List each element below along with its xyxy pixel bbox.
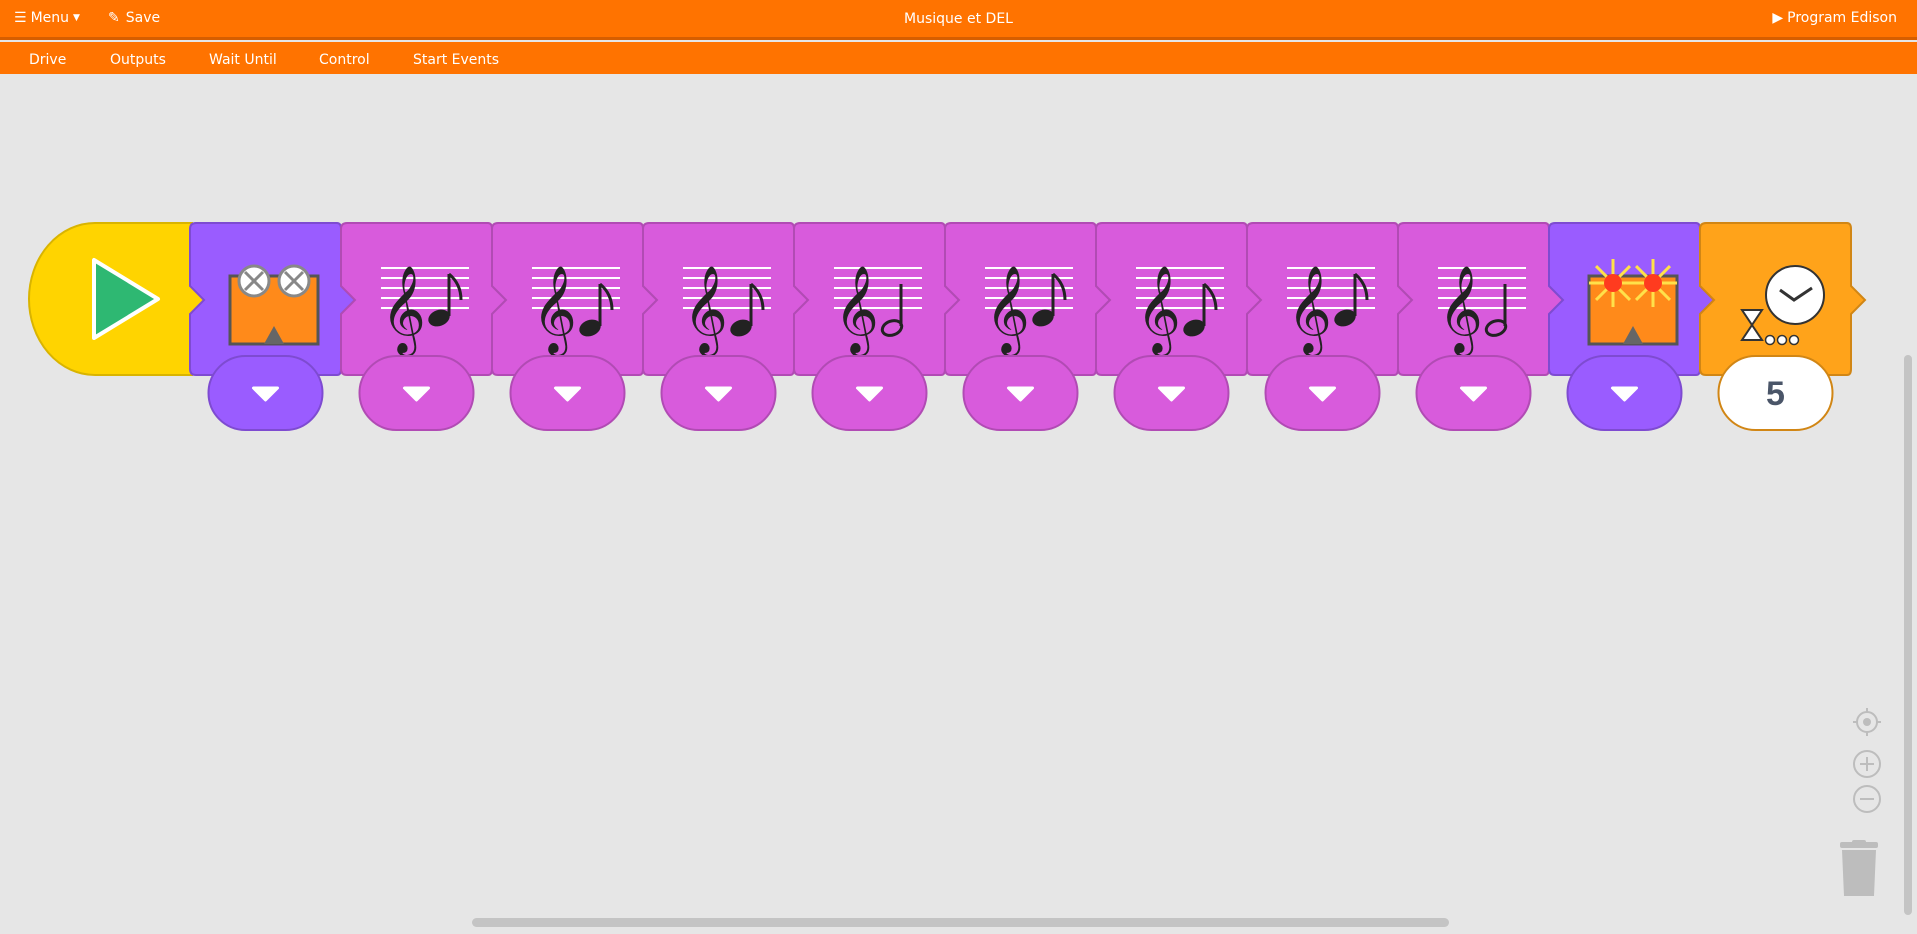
pencil-icon: ✎ [108,10,120,26]
play-note-block[interactable]: 𝄞 [1246,222,1414,431]
save-label: Save [125,10,161,26]
play-note-block[interactable]: 𝄞 [793,222,961,431]
programming-canvas[interactable]: 𝄞 𝄞 𝄞 𝄞 𝄞 𝄞 𝄞 𝄞 5 [0,74,1917,934]
save-button[interactable]: ✎ Save [108,10,160,26]
svg-text:𝄞: 𝄞 [1287,264,1332,357]
play-note-block[interactable]: 𝄞 [642,222,810,431]
program-edison-button[interactable]: ▶ Program Edison [1772,10,1897,26]
program-edison-label: Program Edison [1787,10,1897,26]
tab-outputs[interactable]: Outputs [110,52,166,68]
block-program: 𝄞 𝄞 𝄞 𝄞 𝄞 𝄞 𝄞 𝄞 5 [28,222,1867,431]
hamburger-icon: ☰ [14,10,27,26]
menu-button[interactable]: ☰ Menu ▼ [14,10,80,26]
play-note-block[interactable]: 𝄞 [1397,222,1565,431]
parameter-dropdown[interactable] [811,355,928,431]
play-note-block[interactable]: 𝄞 [491,222,659,431]
parameter-dropdown[interactable] [509,355,626,431]
parameter-dropdown[interactable] [1113,355,1230,431]
parameter-dropdown[interactable] [962,355,1079,431]
top-toolbar: ☰ Menu ▼ ✎ Save Musique et DEL ▶ Program… [0,0,1917,40]
tab-control[interactable]: Control [319,52,370,68]
parameter-dropdown[interactable] [660,355,777,431]
svg-text:𝄞: 𝄞 [381,264,426,357]
led-off-icon [228,264,320,346]
svg-text:𝄞: 𝄞 [985,264,1030,357]
menu-label: Menu [30,10,70,26]
parameter-dropdown[interactable] [1264,355,1381,431]
zoom-out-icon[interactable] [1852,784,1882,814]
svg-text:𝄞: 𝄞 [683,264,728,357]
program-title: Musique et DEL [904,11,1013,27]
horizontal-scrollbar[interactable] [472,918,1449,927]
svg-text:𝄞: 𝄞 [532,264,577,357]
led-off-block[interactable] [189,222,357,431]
parameter-dropdown[interactable] [207,355,324,431]
svg-text:𝄞: 𝄞 [1136,264,1181,357]
caret-down-icon: ▼ [73,13,80,23]
svg-text:𝄞: 𝄞 [1438,264,1483,357]
parameter-dropdown[interactable] [1566,355,1683,431]
play-note-block[interactable]: 𝄞 [1095,222,1263,431]
zoom-in-icon[interactable] [1852,749,1882,779]
play-icon: ▶ [1772,10,1784,26]
led-on-block[interactable] [1548,222,1716,431]
play-note-block[interactable]: 𝄞 [340,222,508,431]
play-note-block[interactable]: 𝄞 [944,222,1112,431]
parameter-dropdown[interactable] [1415,355,1532,431]
tab-start-events[interactable]: Start Events [413,52,499,68]
wait-seconds-value: 5 [1766,375,1785,413]
category-bar: Drive Outputs Wait Until Control Start E… [0,42,1917,74]
start-block[interactable] [28,222,206,376]
tab-drive[interactable]: Drive [29,52,66,68]
parameter-dropdown[interactable] [358,355,475,431]
trash-icon[interactable] [1838,840,1880,898]
vertical-scrollbar[interactable] [1904,355,1912,915]
wait-seconds-input[interactable]: 5 [1717,355,1834,431]
svg-text:𝄞: 𝄞 [834,264,879,357]
tab-wait-until[interactable]: Wait Until [209,52,277,68]
recenter-icon[interactable] [1852,707,1882,737]
wait-block[interactable]: 5 [1699,222,1867,431]
